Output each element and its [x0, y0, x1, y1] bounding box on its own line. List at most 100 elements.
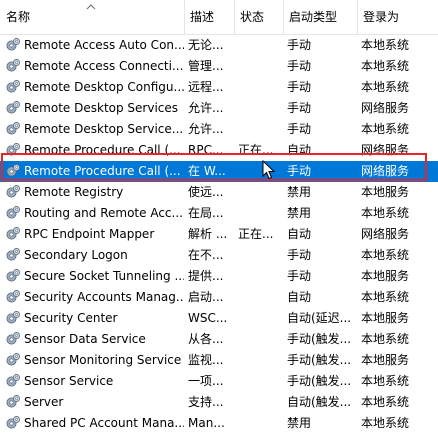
gear-icon: [6, 416, 20, 429]
service-description: 无论...: [188, 38, 224, 52]
service-name: Server: [24, 395, 64, 409]
service-startup-type: 手动: [287, 80, 312, 94]
service-startup-type: 禁用: [287, 416, 312, 430]
service-row[interactable]: Remote Desktop Configu... 远程... 手动 本地系统: [0, 77, 438, 98]
service-row[interactable]: Sensor Data Service 从各... 手动(触发... 本地系统: [0, 329, 438, 350]
service-name: Sensor Service: [24, 374, 114, 388]
service-log-on-as: 网络服务: [361, 101, 410, 115]
service-log-on-as: 本地系统: [361, 416, 410, 430]
column-startup-type[interactable]: 启动类型: [283, 0, 357, 34]
column-header: 名称 描述 状态 启动类型 登录为: [0, 0, 438, 35]
service-status: [238, 413, 282, 434]
gear-icon: [6, 206, 20, 219]
service-log-on-as: 本地系统: [361, 38, 410, 52]
service-name: Remote Access Connecti...: [24, 59, 184, 73]
service-row[interactable]: Secondary Logon 在不... 手动 本地系统: [0, 245, 438, 266]
service-description: 支持...: [188, 395, 224, 409]
service-description: 管理...: [188, 59, 224, 73]
service-log-on-as: 本地系统: [361, 122, 410, 136]
service-name: Remote Desktop Service...: [24, 122, 184, 136]
gear-icon: [6, 227, 20, 240]
gear-icon: [6, 59, 20, 72]
service-row[interactable]: Remote Access Auto Con... 无论... 手动 本地系统: [0, 35, 438, 56]
service-startup-type: 自动(触发...: [287, 395, 352, 409]
service-description: WSC...: [188, 311, 228, 325]
service-row[interactable]: Remote Access Connecti... 管理... 手动 本地系统: [0, 56, 438, 77]
gear-icon: [6, 185, 20, 198]
service-description: 在 W...: [188, 164, 226, 178]
service-name: Remote Registry: [24, 185, 124, 199]
gear-icon: [6, 248, 20, 261]
service-log-on-as: 本地服务: [361, 311, 410, 325]
service-startup-type: 手动: [287, 248, 312, 262]
service-name: Remote Desktop Services: [24, 101, 179, 115]
service-name: Remote Procedure Call (...: [24, 164, 181, 178]
service-log-on-as: 本地系统: [361, 248, 410, 262]
service-startup-type: 手动: [287, 38, 312, 52]
service-startup-type: 自动(延迟...: [287, 311, 352, 325]
service-row-selected[interactable]: Remote Procedure Call (... 在 W... 手动 网络服…: [0, 161, 438, 182]
service-status: [238, 56, 282, 77]
service-status: [238, 308, 282, 329]
service-row[interactable]: Remote Desktop Services 允许... 手动 网络服务: [0, 98, 438, 119]
gear-icon: [6, 353, 20, 366]
service-row[interactable]: Remote Registry 使远... 禁用 本地服务: [0, 182, 438, 203]
service-startup-type: 手动(触发...: [287, 332, 352, 346]
service-status: [238, 35, 282, 56]
service-row[interactable]: RPC Endpoint Mapper 解析 ... 正在... 自动 网络服务: [0, 224, 438, 245]
service-name: Secondary Logon: [24, 248, 128, 262]
service-description: 允许...: [188, 122, 224, 136]
service-startup-type: 自动: [287, 227, 312, 241]
service-description: RPC...: [188, 143, 224, 157]
service-name: Sensor Monitoring Service: [24, 353, 182, 367]
service-row[interactable]: Remote Procedure Call (... RPC... 正在... …: [0, 140, 438, 161]
service-status: [238, 266, 282, 287]
service-name: Sensor Data Service: [24, 332, 146, 346]
service-log-on-as: 本地服务: [361, 185, 410, 199]
service-startup-type: 禁用: [287, 206, 312, 220]
service-log-on-as: 本地系统: [361, 80, 410, 94]
service-startup-type: 自动: [287, 143, 312, 157]
gear-icon: [6, 311, 20, 324]
service-name: RPC Endpoint Mapper: [24, 227, 155, 241]
service-name: Security Center: [24, 311, 118, 325]
service-log-on-as: 本地系统: [361, 59, 410, 73]
gear-icon: [6, 38, 20, 51]
column-log-on-as[interactable]: 登录为: [357, 0, 438, 34]
service-log-on-as: 本地系统: [361, 395, 410, 409]
service-description: 监视...: [188, 353, 224, 367]
gear-icon: [6, 395, 20, 408]
service-log-on-as: 本地系统: [361, 290, 410, 304]
service-description: Man...: [188, 416, 225, 430]
service-status: [238, 329, 282, 350]
service-name: Remote Access Auto Con...: [24, 38, 184, 52]
service-row[interactable]: Secure Socket Tunneling ... 提供... 手动 本地服…: [0, 266, 438, 287]
service-row[interactable]: Remote Desktop Service... 允许... 手动 本地系统: [0, 119, 438, 140]
service-description: 在不...: [188, 248, 224, 262]
service-name: Shared PC Account Mana...: [24, 416, 184, 430]
service-status: 正在...: [238, 143, 274, 157]
service-log-on-as: 网络服务: [361, 164, 410, 178]
service-description: 允许...: [188, 101, 224, 115]
service-row[interactable]: Security Accounts Manag... 启动... 自动 本地系统: [0, 287, 438, 308]
service-status: [238, 392, 282, 413]
service-startup-type: 手动: [287, 269, 312, 283]
sort-up-icon: [86, 4, 96, 10]
service-row[interactable]: Sensor Service 一项... 手动(触发... 本地系统: [0, 371, 438, 392]
service-log-on-as: 网络服务: [361, 227, 410, 241]
service-row[interactable]: Sensor Monitoring Service 监视... 手动(触发...…: [0, 350, 438, 371]
service-row[interactable]: Security Center WSC... 自动(延迟... 本地服务: [0, 308, 438, 329]
column-status[interactable]: 状态: [234, 0, 283, 34]
service-row[interactable]: Routing and Remote Acc... 在局... 禁用 本地系统: [0, 203, 438, 224]
service-description: 提供...: [188, 269, 224, 283]
service-status: [238, 77, 282, 98]
service-status: [238, 371, 282, 392]
service-description: 在局...: [188, 206, 224, 220]
service-row[interactable]: Server 支持... 自动(触发... 本地系统: [0, 392, 438, 413]
service-name: Remote Procedure Call (...: [24, 143, 181, 157]
service-status: [238, 98, 282, 119]
column-description[interactable]: 描述: [184, 0, 234, 34]
service-status: [238, 182, 282, 203]
service-row[interactable]: Shared PC Account Mana... Man... 禁用 本地系统: [0, 413, 438, 434]
service-startup-type: 禁用: [287, 185, 312, 199]
